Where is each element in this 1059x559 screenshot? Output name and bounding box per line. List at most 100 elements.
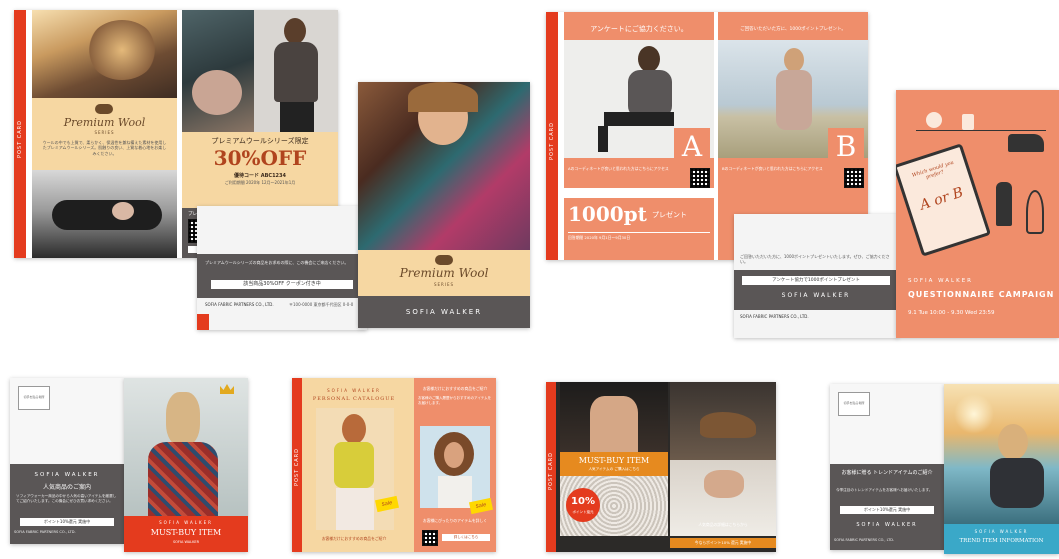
postcard-label: POST CARD [17,120,23,159]
photo-woman-yellow-top [316,408,394,530]
company-name: SOFIA FABRIC PARTNERS CO., LTD. [834,538,895,542]
company-name: SOFIA FABRIC PARTNERS CO., LTD. [14,530,76,534]
photo-woman-turtleneck [254,10,338,132]
cover-title: MUST-BUY ITEM [150,528,222,537]
red-corner [197,314,209,330]
postcard-premium-wool-cover[interactable]: Premium Wool SERIES SOFIA WALKER [358,82,530,328]
subtitle: 人気アイテムの ご購入はこちら [588,467,640,471]
badge-value: 10% [571,496,595,507]
postcard-must-buy-cover[interactable]: SOFIA WALKER MUST-BUY ITEM SOFIA WALKER [124,378,248,552]
photo-woman-hair-wind [32,10,177,98]
series-panel: Premium Wool SERIES ウールの中でも上質で、柔らかく、保温性を… [32,98,177,170]
point-button[interactable]: ポイント10%還元 実施中 [20,518,114,526]
cover-dates: 9.1 Tue 10:00 - 9.30 Wed 23:59 [908,310,995,316]
cover-script-ab: A or B [918,184,966,214]
postcard-trend-cover[interactable]: SOFIA WALKER TREND ITEM INFORMATION [944,384,1059,554]
choice-b[interactable]: B [828,128,864,166]
cover-panel: SOFIA WALKER TREND ITEM INFORMATION [944,524,1059,554]
cover-series-sub: SERIES [433,282,455,287]
survey-banner: アンケート協力で1000ポイントプレゼント [742,276,890,285]
point-badge: 10% ポイント還元 [566,488,600,522]
cover-series: Premium Wool [399,266,489,280]
cover-sub: SOFIA WALKER [172,540,200,544]
choice-a[interactable]: A [674,128,710,166]
photo-woman-plaid-shirt [124,378,248,516]
postcard-questionnaire-cover[interactable]: Which would you prefer? A or B SOFIA WAL… [896,90,1059,338]
coupon-banner: 該当商品30%OFF クーポン付き中 [211,280,353,289]
cover-campaign: QUESTIONNAIRE CAMPAIGN [908,290,1055,299]
stamp-box-label: 切手を貼る場所 [843,401,865,405]
qr-code-b[interactable] [844,168,864,188]
mid-text: ご回答いただいた方に、1000ポイントプレゼントいたします。ぜひ、ご協力ください… [740,254,890,265]
postcard-label: POST CARD [294,448,300,487]
caption-right: お客様にぴったりのアイテムを詳しく [422,518,488,523]
cover-series-panel: Premium Wool SERIES [358,250,530,296]
title: MUST-BUY ITEM [578,456,650,465]
intro-text: ウールの中でも上質で、柔らかく、保温性を兼ね備えた素材を使用したプレミアムウール… [42,140,167,156]
cover-brand: SOFIA WALKER [159,520,213,525]
title: お客様に贈る トレンドアイテムのご紹介 [841,470,933,476]
clipboard-icon: Which would you prefer? A or B [896,143,992,257]
photo-woman-shoulders [560,382,668,452]
postcard-trend-address[interactable]: 切手を貼る場所 お客様に贈る トレンドアイテムのご紹介 今季注目のトレンドアイテ… [830,384,944,550]
postcard-must-buy-address[interactable]: 切手を貼る場所 SOFIA WALKER 人気商品のご案内 ソフィアウォーカー商… [10,378,124,544]
discount: 30%OFF [213,146,307,170]
offer-title: プレミアムウールシリーズ限定 [211,137,309,145]
photo-woman-blanket [358,82,530,252]
points-value: 1000pt [568,202,647,226]
points-label: プレゼント [652,211,687,219]
points-panel: 1000pt プレゼント 回答期間 2020年 9月1日〜9月30日 [564,198,714,260]
choice-b-text: Bのコーディネートが良いと思われた方はこちらにアクセス [722,166,823,171]
qr-code-a[interactable] [690,168,710,188]
cover-panel: SOFIA WALKER MUST-BUY ITEM SOFIA WALKER [124,516,248,552]
offer-panel: プレミアムウールシリーズ限定 30%OFF 優待コード ABC1234 ご利用期… [182,132,338,208]
header-note: お客様だけにおすすめの商品をご紹介 [422,386,488,391]
stamp-box-label: 切手を貼る場所 [23,395,45,399]
cover-brand: SOFIA WALKER [974,529,1029,534]
sheep-icon [435,255,453,265]
postcard-must-buy-dark[interactable]: POST CARD MUST-BUY ITEM 人気アイテムの ご購入はこちら … [546,382,776,552]
footer-button[interactable]: 詳しくはこちら [442,534,490,541]
title-panel: MUST-BUY ITEM 人気アイテムの ご購入はこちら [560,452,668,476]
dress-form-icon [996,182,1012,226]
pincushion-icon [926,112,942,128]
survey-a-panel: アンケートにご協力ください。 A Aのコーディネートが良いと思われた方はこちらに… [564,12,714,188]
point-button[interactable]: ポイント10%還元 実施中 [840,506,934,514]
company-address: 〒100-0000 東京都千代田区 0-0-0 [289,302,354,307]
body: お客様のご購入履歴からおすすめのアイテムをお届けします。 [418,396,492,405]
footer-banner: 今ならポイント10% 還元 実施中 [670,538,776,548]
stamp-box: 切手を貼る場所 [838,392,870,416]
photo-hat-closeup [182,10,254,132]
postcard-label: POST CARD [549,122,555,161]
postcard-label: POST CARD [548,452,554,491]
shelf-line [916,130,1046,131]
thread-spool-icon [962,114,974,130]
catalogue-title: PERSONAL CATALOGUE [312,396,396,402]
photo-woman-sunset-lake [944,384,1059,524]
note-text: プレミアムウールシリーズの商品をお求めの際に、この機会にご来店ください。 [205,260,349,265]
title: 人気商品のご案内 [42,484,91,491]
cover-script-top: Which would you prefer? [911,159,955,181]
scissors-icon [1026,190,1044,234]
brand: SOFIA WALKER [34,472,100,478]
badge-label: ポイント還元 [572,510,594,514]
postcard-personal-catalogue[interactable]: POST CARD SOFIA WALKER PERSONAL CATALOGU… [292,378,496,552]
stamp-box: 切手を貼る場所 [18,386,50,410]
photo-woman-lying-snow [32,170,177,258]
photo-woman-curly-hair [420,426,490,508]
postcard-premium-wool-address[interactable]: プレミアムウールシリーズの商品をお求めの際に、この機会にご来店ください。 該当商… [197,206,367,330]
brand: SOFIA WALKER [856,522,918,528]
caption-left: お客様だけにおすすめの商品をご紹介 [321,536,387,541]
sheep-icon [95,104,113,114]
coupon-period: ご利用期間 2020年 12月〜2021年1月 [224,180,296,185]
series-name: Premium Wool [63,116,146,129]
qr-code[interactable] [422,530,438,546]
caption: 人気商品の詳細はこちらから [698,522,748,527]
gray-band: プレミアムウールシリーズの商品をお求めの際に、この機会にご来店ください。 該当商… [197,254,367,298]
choice-a-text: Aのコーディネートが良いと思われた方はこちらにアクセス [568,166,669,171]
survey-subtitle: ご回答いただいた方に、1000ポイントプレゼント。 [740,27,846,32]
body: 今季注目のトレンドアイテムをお客様へお届けいたします。 [836,488,933,492]
series-sub: SERIES [94,130,115,135]
postcard-questionnaire-address[interactable]: ご回答いただいた方に、1000ポイントプレゼントいたします。ぜひ、ご協力ください… [734,214,898,338]
survey-b-panel: ご回答いただいた方に、1000ポイントプレゼント。 B Bのコーディネートが良い… [718,12,868,198]
